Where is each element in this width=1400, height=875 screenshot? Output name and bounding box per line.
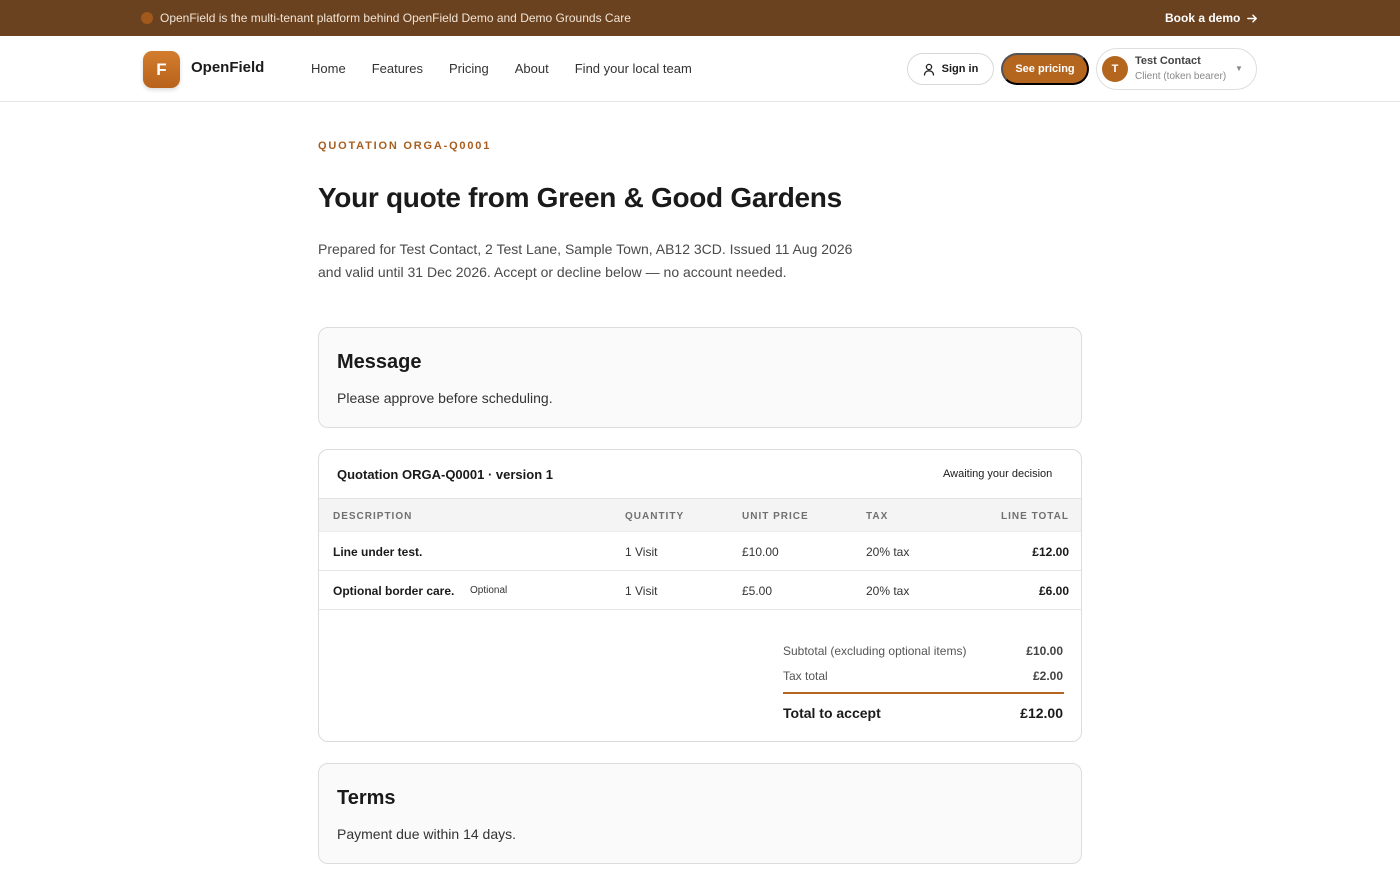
nav-pricing[interactable]: Pricing — [449, 61, 489, 77]
tax-total-label: Tax total — [783, 669, 828, 683]
account-menu[interactable]: T Test Contact Client (token bearer) ▼ — [1096, 48, 1257, 90]
status-badge: Awaiting your decision — [943, 468, 1053, 480]
quotation-eyebrow: QUOTATION ORGA-Q0001 — [318, 140, 492, 152]
subtotal-value: £10.00 — [1026, 644, 1063, 658]
row-quantity: 1 Visit — [625, 584, 658, 598]
column-header-unit-price: UNIT PRICE — [742, 511, 809, 522]
announcement-text: OpenField is the multi-tenant platform b… — [160, 11, 631, 25]
optional-badge: Optional — [470, 585, 508, 596]
row-description: Line under test. — [333, 545, 423, 559]
column-header-tax: TAX — [866, 511, 889, 522]
page-title: Your quote from Green & Good Gardens — [318, 182, 842, 213]
arrow-right-icon — [1247, 14, 1258, 22]
row-description: Optional border care. — [333, 584, 455, 598]
message-heading: Message — [337, 351, 422, 373]
user-icon — [923, 63, 934, 76]
main-nav: Home Features Pricing About Find your lo… — [311, 61, 718, 77]
book-demo-link[interactable]: Book a demo — [1165, 10, 1259, 26]
terms-heading: Terms — [337, 787, 396, 809]
chevron-down-icon: ▼ — [1235, 64, 1243, 73]
site-header: F OpenField Home Features Pricing About … — [0, 36, 1400, 102]
row-line-total: £6.00 — [1038, 584, 1069, 598]
row-tax: 20% tax — [866, 584, 910, 598]
brand-name[interactable]: OpenField — [191, 59, 264, 77]
row-unit-price: £5.00 — [742, 584, 773, 598]
see-pricing-button[interactable]: See pricing — [1001, 53, 1089, 85]
book-demo-label: Book a demo — [1165, 11, 1241, 25]
row-unit-price: £10.00 — [742, 545, 779, 559]
table-row: Optional border care. Optional 1 Visit £… — [319, 571, 1081, 610]
nav-about[interactable]: About — [515, 61, 549, 77]
quotation-title: Quotation ORGA-Q0001 · version 1 — [337, 467, 553, 482]
sign-in-label: Sign in — [941, 63, 979, 75]
quotation-card: Quotation ORGA-Q0001 · version 1 Awaitin… — [318, 449, 1082, 742]
intro-text: Prepared for Test Contact, 2 Test Lane, … — [318, 241, 853, 280]
nav-find-local-team[interactable]: Find your local team — [575, 61, 692, 77]
logo-icon[interactable]: F — [143, 51, 180, 88]
avatar: T — [1102, 56, 1128, 82]
row-line-total: £12.00 — [1032, 545, 1069, 559]
total-divider — [783, 692, 1064, 694]
nav-home[interactable]: Home — [311, 61, 346, 77]
column-header-quantity: QUANTITY — [625, 511, 685, 522]
column-header-line-total: LINE TOTAL — [1001, 511, 1069, 522]
sign-in-button[interactable]: Sign in — [907, 53, 994, 85]
subtotal-label: Subtotal (excluding optional items) — [783, 644, 967, 658]
terms-body: Payment due within 14 days. — [337, 826, 516, 842]
message-body: Please approve before scheduling. — [337, 390, 553, 406]
terms-card: Terms Payment due within 14 days. — [318, 763, 1082, 864]
account-role: Client (token bearer) — [1135, 71, 1227, 82]
column-header-description: DESCRIPTION — [333, 511, 413, 522]
table-row: Line under test. 1 Visit £10.00 20% tax … — [319, 532, 1081, 571]
grand-total-label: Total to accept — [783, 705, 881, 721]
row-quantity: 1 Visit — [625, 545, 658, 559]
announcement-bar: OpenField is the multi-tenant platform b… — [0, 0, 1400, 36]
nav-features[interactable]: Features — [372, 61, 423, 77]
account-name: Test Contact — [1135, 55, 1201, 67]
tax-total-value: £2.00 — [1032, 669, 1063, 683]
grand-total-value: £12.00 — [1020, 705, 1063, 721]
message-card: Message Please approve before scheduling… — [318, 327, 1082, 428]
table-header: DESCRIPTION QUANTITY UNIT PRICE TAX LINE… — [319, 498, 1081, 532]
row-tax: 20% tax — [866, 545, 910, 559]
status-dot-icon — [141, 12, 153, 24]
